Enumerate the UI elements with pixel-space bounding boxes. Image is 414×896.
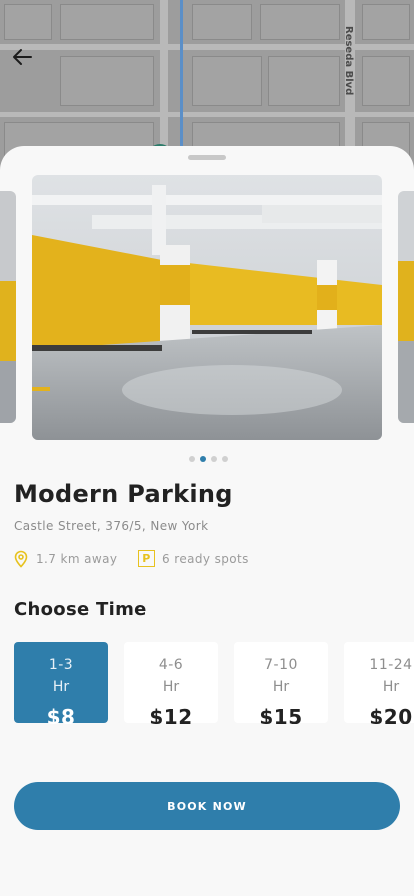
time-range: 11-24 <box>369 657 413 673</box>
time-range: 4-6 <box>158 657 184 673</box>
spots-info: P 6 ready spots <box>138 550 249 567</box>
time-options: 1-3 Hr $8 4-6 Hr $12 7-10 Hr $15 11-24 H… <box>14 642 414 724</box>
parking-name: Modern Parking <box>14 480 233 508</box>
parking-address: Castle Street, 376/5, New York <box>14 519 209 533</box>
carousel-indicator <box>189 456 228 462</box>
parking-photo[interactable] <box>32 175 382 440</box>
time-unit: Hr <box>162 679 180 695</box>
parking-icon: P <box>138 550 155 567</box>
spots-text: 6 ready spots <box>162 551 249 566</box>
time-unit: Hr <box>52 679 70 695</box>
time-range: 1-3 <box>48 657 74 673</box>
carousel-dot[interactable] <box>222 456 228 462</box>
parking-detail-sheet: Modern Parking Castle Street, 376/5, New… <box>0 146 414 896</box>
location-pin-icon <box>14 550 28 568</box>
time-option-4-6[interactable]: 4-6 Hr $12 <box>124 642 218 724</box>
time-unit: Hr <box>272 679 290 695</box>
time-option-1-3[interactable]: 1-3 Hr $8 <box>14 642 108 724</box>
street-label: Reseda Blvd <box>343 26 354 96</box>
carousel-dot-active[interactable] <box>200 456 206 462</box>
photo-carousel[interactable] <box>0 175 414 441</box>
time-price: $15 <box>259 705 303 724</box>
time-price: $20 <box>369 705 413 724</box>
time-price: $12 <box>149 705 193 724</box>
back-button[interactable] <box>10 44 36 70</box>
distance-info: 1.7 km away <box>13 550 117 568</box>
photo-slide-next[interactable] <box>398 191 414 423</box>
time-option-11-24[interactable]: 11-24 Hr $20 <box>344 642 414 724</box>
route-line <box>180 0 183 150</box>
time-range: 7-10 <box>264 657 298 673</box>
book-now-button[interactable]: BOOK NOW <box>14 782 400 830</box>
time-option-7-10[interactable]: 7-10 Hr $15 <box>234 642 328 724</box>
distance-text: 1.7 km away <box>36 552 118 566</box>
drag-handle[interactable] <box>188 155 226 160</box>
photo-slide-previous[interactable] <box>0 191 16 423</box>
carousel-dot[interactable] <box>189 456 195 462</box>
carousel-dot[interactable] <box>211 456 217 462</box>
time-price: $8 <box>46 705 76 724</box>
time-unit: Hr <box>382 679 400 695</box>
arrow-left-icon <box>13 49 32 65</box>
choose-time-heading: Choose Time <box>14 599 147 620</box>
